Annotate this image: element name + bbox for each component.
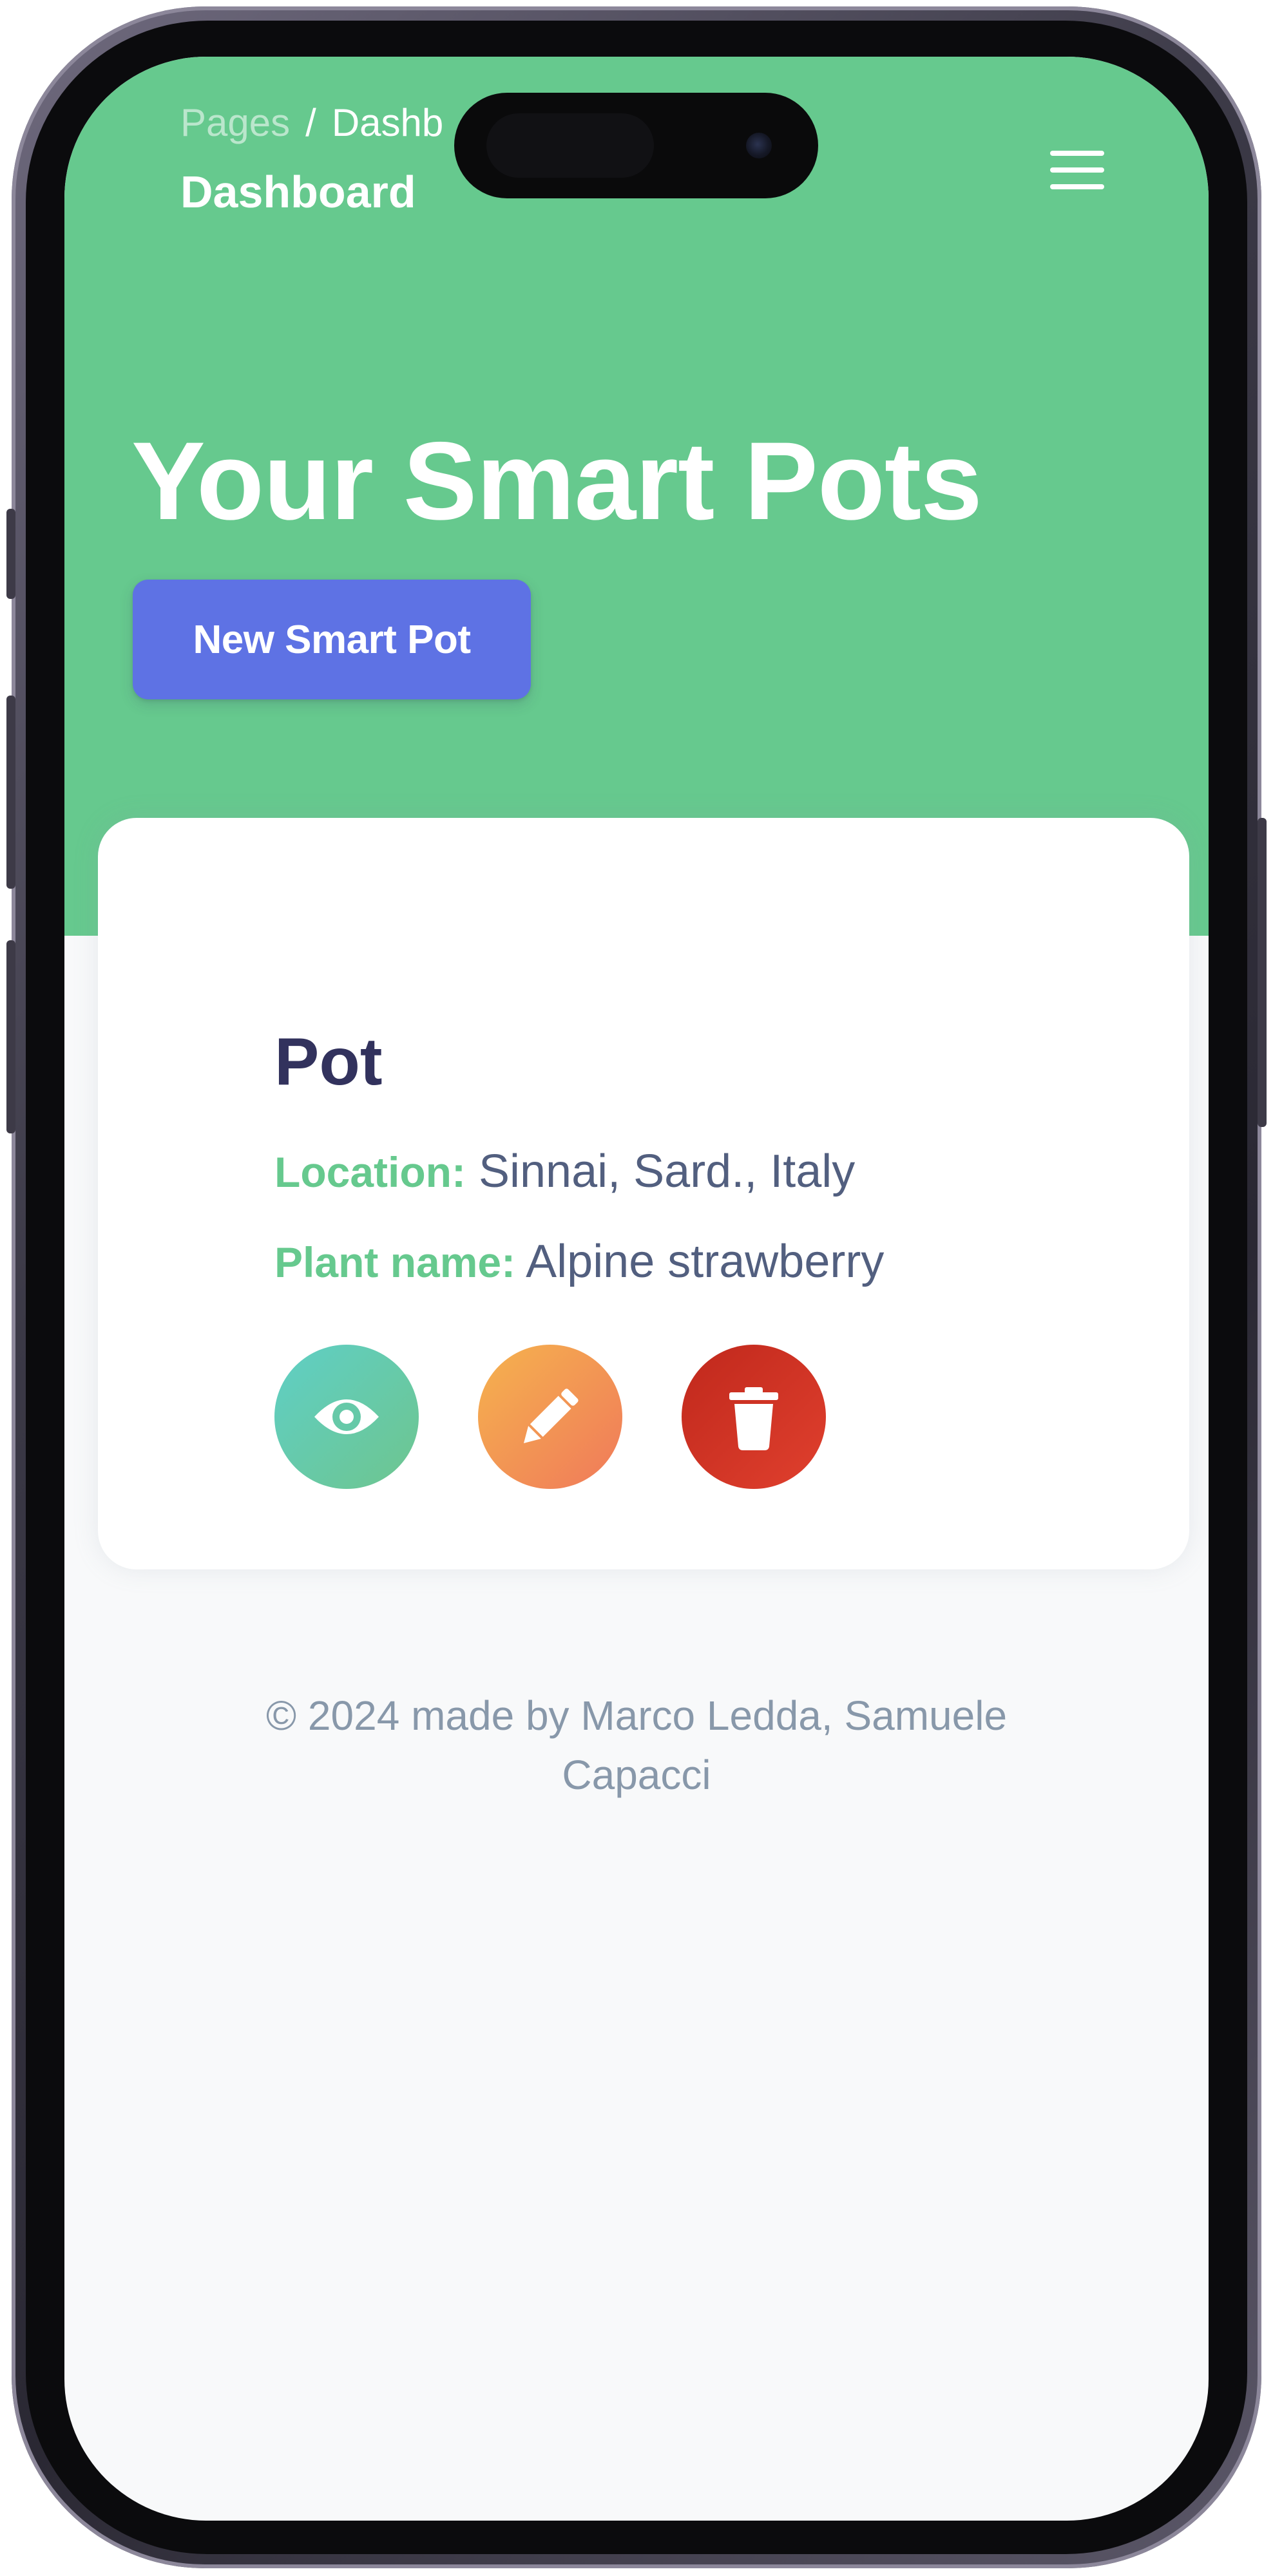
volume-up-button <box>6 696 15 889</box>
pot-name: Pot <box>274 1025 383 1099</box>
action-button <box>6 509 15 599</box>
breadcrumb-separator: / <box>305 101 316 144</box>
view-pot-button[interactable] <box>274 1345 419 1489</box>
breadcrumb: Pages / Dashb <box>180 100 443 145</box>
new-smart-pot-button[interactable]: New Smart Pot <box>133 580 531 699</box>
breadcrumb-current: Dashb <box>331 101 444 144</box>
delete-pot-button[interactable] <box>682 1345 826 1489</box>
volume-down-button <box>6 940 15 1133</box>
island-sensor <box>486 113 654 178</box>
plant-name-label: Plant name: <box>274 1238 516 1286</box>
pot-card: Pot Location: Sinnai, Sard., Italy Plant… <box>98 818 1189 1569</box>
screen: Pages / Dashb Dashboard Your Smart Pots Ne… <box>64 57 1209 2521</box>
hamburger-menu-icon[interactable] <box>1050 151 1104 189</box>
menu-bar <box>1050 151 1104 156</box>
eye-icon <box>314 1399 379 1434</box>
navbar-title: Dashboard <box>180 167 416 217</box>
location-value: Sinnai, Sard., Italy <box>478 1146 856 1197</box>
location-label: Location: <box>274 1148 466 1196</box>
power-button <box>1258 818 1267 1127</box>
plant-name-value: Alpine strawberry <box>526 1236 885 1287</box>
page-title: Your Smart Pots <box>131 419 982 543</box>
location-row: Location: Sinnai, Sard., Italy <box>274 1145 855 1198</box>
edit-pot-button[interactable] <box>478 1345 622 1489</box>
footer-copyright: © 2024 made by Marco Ledda, Samuele Capa… <box>265 1692 1008 1798</box>
dynamic-island <box>454 93 818 198</box>
trash-icon <box>729 1387 778 1450</box>
front-camera-icon <box>746 133 772 158</box>
breadcrumb-pages-link[interactable]: Pages <box>180 101 290 144</box>
plant-name-row: Plant name: Alpine strawberry <box>274 1235 884 1288</box>
pencil-icon <box>523 1388 579 1444</box>
menu-bar <box>1050 184 1104 189</box>
menu-bar <box>1050 167 1104 173</box>
